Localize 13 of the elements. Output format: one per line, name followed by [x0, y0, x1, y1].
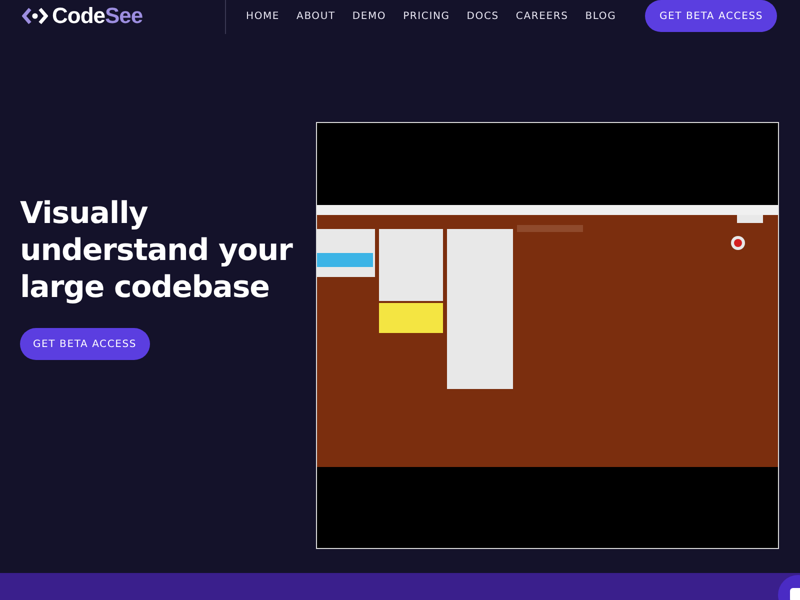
beta-access-button[interactable]: GET BETA ACCESS: [645, 0, 777, 32]
logo-icon: [22, 7, 48, 25]
nav-link[interactable]: DEMO: [352, 10, 386, 22]
nav-link[interactable]: DOCS: [466, 10, 499, 22]
video-player[interactable]: [316, 122, 779, 549]
logo-wordmark[interactable]: CodeSee: [52, 3, 143, 29]
nav-link[interactable]: PRICING: [403, 10, 450, 22]
beta-access-button[interactable]: GET BETA ACCESS: [20, 328, 150, 360]
hero-headline: Visually understand your large codebase: [20, 195, 294, 306]
nav-link[interactable]: HOME: [246, 10, 280, 22]
nav-link[interactable]: CAREERS: [516, 10, 568, 22]
nav-link[interactable]: BLOG: [585, 10, 616, 22]
nav-link[interactable]: ABOUT: [296, 10, 336, 22]
